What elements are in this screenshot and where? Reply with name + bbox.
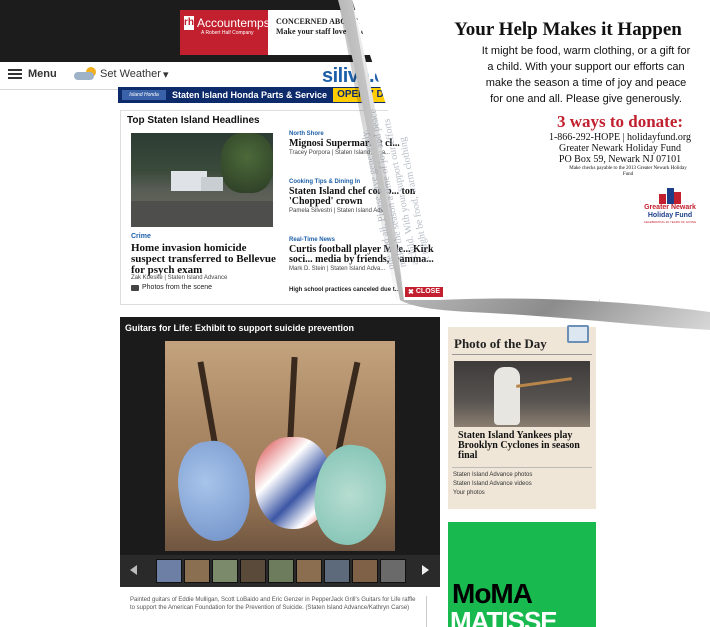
gallery-thumb[interactable] <box>240 559 266 583</box>
potd-caption[interactable]: Staten Island Yankees play Brooklyn Cycl… <box>458 431 594 461</box>
gallery-prev-icon[interactable] <box>130 565 137 575</box>
accountemps-logo: rh Accountemps A Robert Half Company <box>180 10 270 55</box>
gallery-thumb[interactable] <box>184 559 210 583</box>
potd-link[interactable]: Your photos <box>453 489 532 498</box>
photos-label: Photos from the scene <box>142 284 213 291</box>
moma-ad-line2: MATISSE <box>450 606 558 627</box>
gallery-title[interactable]: Guitars for Life: Exhibit to support sui… <box>125 323 354 333</box>
photo-of-the-day-module: Photo of the Day Staten Island Yankees p… <box>448 325 596 509</box>
gallery-thumb[interactable] <box>296 559 322 583</box>
lead-category[interactable]: Crime <box>131 233 151 240</box>
divider <box>452 354 592 355</box>
holiday-fund-logo-line1: Greater Newark <box>644 204 696 211</box>
holiday-fund-contact: 1-866-292-HOPE | holidayfund.org Greater… <box>530 132 710 165</box>
close-label: CLOSE <box>415 288 440 295</box>
gift-icon <box>659 188 681 204</box>
ad-brand-sub: A Robert Half Company <box>201 30 254 36</box>
gallery-thumb[interactable] <box>380 559 406 583</box>
gallery-caption: Painted guitars of Eddie Mulligan, Scott… <box>130 597 416 611</box>
story-byline: Mark D. Stein | Staten Island Adva... <box>289 266 386 272</box>
holiday-fund-headline[interactable]: Your Help Makes it Happen <box>426 19 710 41</box>
divider <box>452 467 592 468</box>
gallery-next-icon[interactable] <box>422 565 429 575</box>
lead-byline: Zak Koeske | Staten Island Advance <box>131 275 228 281</box>
close-icon: ✖ <box>408 289 414 296</box>
accountemps-mark-icon: rh <box>184 16 194 30</box>
potd-link[interactable]: Staten Island Advance photos <box>453 471 532 480</box>
hamburger-icon <box>8 69 22 79</box>
gallery-frame-icon <box>567 325 589 343</box>
holiday-fund-org: Greater Newark Holiday Fund <box>559 143 681 154</box>
potd-title[interactable]: Photo of the Day <box>454 336 547 352</box>
ad-brand: Accountemps <box>197 16 270 30</box>
gallery-main-image[interactable] <box>165 341 395 551</box>
menu-button[interactable]: Menu <box>8 68 57 80</box>
holiday-fund-po-box: PO Box 59, Newark NJ 07101 <box>558 154 682 165</box>
ad-copy: CONCERNED ABOUT RE... Make your staff lo… <box>268 10 380 55</box>
holiday-fund-logo-line2: Holiday Fund <box>647 212 693 219</box>
lead-story-photo[interactable] <box>131 133 273 227</box>
lead-headline[interactable]: Home invasion homicide suspect transferr… <box>131 243 281 276</box>
holiday-fund-checks-note: Make checks payable to the 2013 Greater … <box>569 166 687 177</box>
gallery-thumb[interactable] <box>268 559 294 583</box>
holiday-fund-phone-web[interactable]: 1-866-292-HOPE | holidayfund.org <box>530 132 710 143</box>
potd-links: Staten Island Advance photos Staten Isla… <box>453 471 532 498</box>
weather-label: Set Weather <box>100 68 161 80</box>
more-story-link[interactable]: High school practices canceled due t... <box>289 287 400 293</box>
gallery-thumb[interactable] <box>352 559 378 583</box>
holiday-fund-body: It might be food, warm clothing, or a gi… <box>481 45 691 105</box>
holiday-fund-logo[interactable]: Greater Newark Holiday Fund CELEBRATING … <box>638 188 702 232</box>
photo-gallery: Guitars for Life: Exhibit to support sui… <box>120 317 440 587</box>
chevron-down-icon: ▾ <box>162 68 169 81</box>
gallery-thumbnails <box>120 555 440 587</box>
holiday-fund-logo-tag: CELEBRATING 20 YEARS OF GIVING <box>643 220 697 224</box>
close-peel-button[interactable]: ✖ CLOSE <box>405 287 443 297</box>
gallery-thumb[interactable] <box>212 559 238 583</box>
photos-link[interactable]: Photos from the scene <box>131 284 212 291</box>
moma-ad[interactable]: MoMA MATISSE <box>448 522 596 627</box>
set-weather-button[interactable]: Set Weather ▾ <box>74 67 168 81</box>
potd-link[interactable]: Staten Island Advance videos <box>453 480 532 489</box>
gallery-thumb[interactable] <box>156 559 182 583</box>
ad-headline: CONCERNED ABOUT RE... <box>276 17 377 26</box>
page: rh Accountemps A Robert Half Company CONC… <box>0 0 710 627</box>
potd-image[interactable] <box>454 361 590 427</box>
camera-icon <box>131 284 139 291</box>
menu-label: Menu <box>28 68 57 80</box>
gallery-thumb[interactable] <box>324 559 350 583</box>
accountemps-ad[interactable]: rh Accountemps A Robert Half Company CONC… <box>180 10 380 55</box>
honda-logo: Island Honda <box>122 90 166 100</box>
weather-cloud-icon <box>74 67 98 81</box>
headlines-title: Top Staten Island Headlines <box>127 115 260 126</box>
honda-banner-cta: OPEN 7 DAYS <box>333 88 408 102</box>
site-logo[interactable]: silive.co <box>322 65 397 88</box>
divider <box>426 596 427 627</box>
holiday-fund-ways: 3 ways to donate: <box>556 112 684 131</box>
honda-banner-ad[interactable]: Island Honda Staten Island Honda Parts &… <box>118 87 418 103</box>
honda-banner-text: Staten Island Honda Parts & Service <box>172 90 328 100</box>
ad-subline: Make your staff love the c... <box>276 27 371 36</box>
